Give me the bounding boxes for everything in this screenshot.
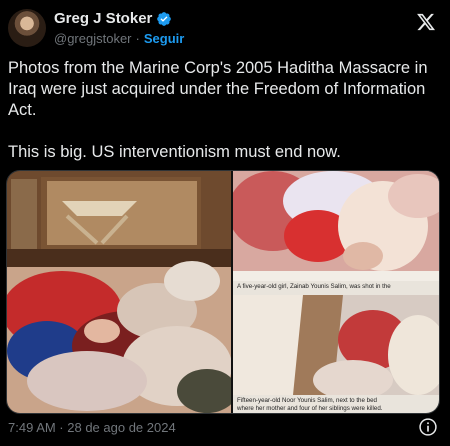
media-container[interactable]: A five-year-old girl, Zainab Younis Sali…	[6, 170, 440, 414]
separator-dot: ·	[135, 31, 140, 46]
follow-button[interactable]: Seguir	[144, 31, 184, 46]
caption-bottom-line2: where her mother and four of her sibling…	[237, 405, 383, 412]
info-icon[interactable]	[418, 417, 438, 437]
photo-right[interactable]: A five-year-old girl, Zainab Younis Sali…	[233, 171, 439, 413]
author-name[interactable]: Greg J Stoker	[54, 10, 152, 27]
avatar[interactable]	[8, 9, 46, 47]
author-name-row: Greg J Stoker	[54, 10, 172, 27]
tweet-text: Photos from the Marine Corp's 2005 Hadit…	[8, 59, 428, 161]
x-logo-icon[interactable]	[416, 12, 436, 32]
caption-bottom-line1: Fifteen-year-old Noor Younis Salim, next…	[237, 397, 377, 404]
photo-left[interactable]	[7, 171, 231, 413]
verified-badge-icon	[157, 11, 172, 26]
handle-row: @gregjstoker · Seguir	[54, 31, 184, 46]
author-handle[interactable]: @gregjstoker	[54, 31, 132, 46]
photo-right-top-image	[233, 171, 439, 281]
photo-right-bottom-image	[233, 295, 439, 395]
tweet-header: Greg J Stoker @gregjstoker · Seguir	[6, 6, 444, 50]
tweet-timestamp[interactable]: 7:49 AM · 28 de ago de 2024	[8, 420, 176, 435]
photo-left-image	[7, 171, 231, 413]
caption-top: A five-year-old girl, Zainab Younis Sali…	[237, 283, 391, 290]
